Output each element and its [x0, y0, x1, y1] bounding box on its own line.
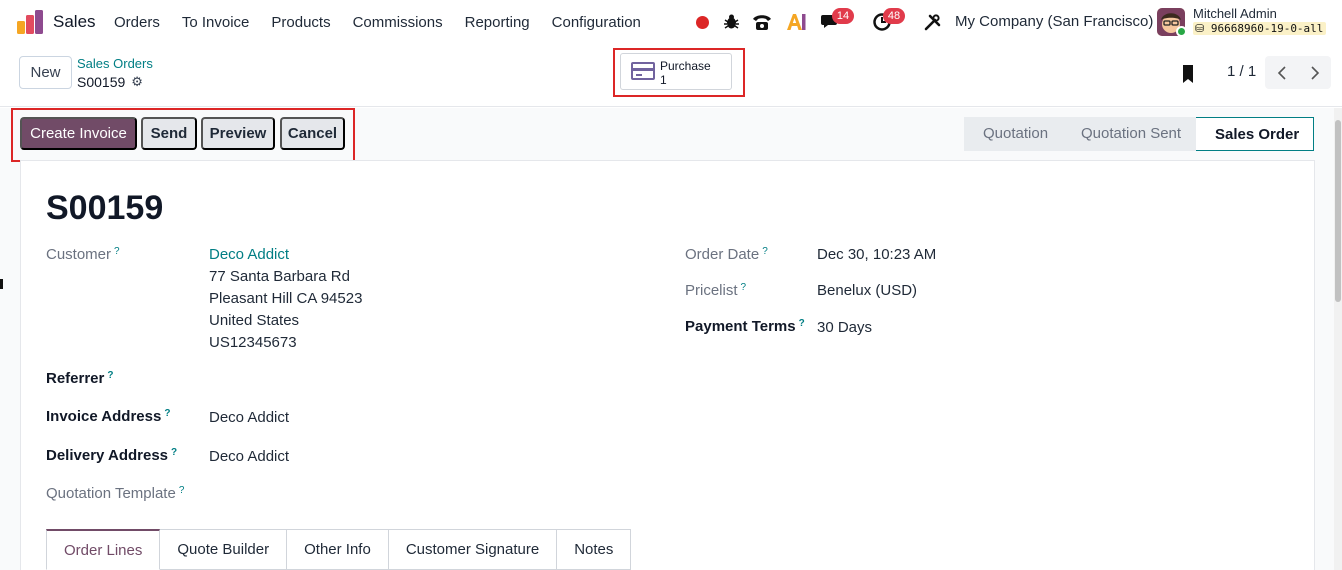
new-button[interactable]: New [19, 56, 72, 89]
phone-icon[interactable] [751, 11, 773, 33]
preview-button[interactable]: Preview [201, 117, 275, 150]
database-name-text: 96668960-19-0-all [1210, 22, 1324, 35]
address-line: US12345673 [209, 334, 297, 351]
sales-app-logo-icon[interactable] [17, 10, 43, 34]
breadcrumb[interactable]: Sales Orders [77, 56, 153, 71]
delivery-address-field[interactable]: Deco Addict [209, 448, 289, 465]
app-name[interactable]: Sales [53, 12, 96, 32]
invoice-address-field[interactable]: Deco Addict [209, 409, 289, 426]
main-menu: Orders To Invoice Products Commissions R… [103, 0, 652, 45]
user-name[interactable]: Mitchell Admin [1193, 6, 1277, 21]
stage-pipeline: Quotation Quotation Sent Sales Order [964, 117, 1314, 151]
send-button[interactable]: Send [141, 117, 197, 150]
stage-sales-order[interactable]: Sales Order [1196, 117, 1314, 151]
notebook-tabs: Order Lines Quote Builder Other Info Cus… [46, 529, 632, 570]
activity-badge: 48 [883, 8, 905, 24]
chat-badge: 14 [832, 8, 854, 24]
online-status-dot [1176, 26, 1187, 37]
stage-label: Sales Order [1215, 126, 1300, 143]
delivery-address-label: Delivery Address? [46, 447, 178, 464]
chat-icon[interactable]: 14 [820, 8, 854, 33]
order-date-label: Order Date? [685, 246, 768, 263]
tools-icon[interactable] [921, 11, 943, 33]
menu-to-invoice[interactable]: To Invoice [171, 0, 261, 45]
top-navbar: Sales Orders To Invoice Products Commiss… [0, 0, 1342, 45]
tab-other-info[interactable]: Other Info [287, 529, 389, 570]
chevron-left-icon [1277, 65, 1286, 80]
stage-label: Quotation Sent [1081, 125, 1182, 142]
chevron-right-icon [1310, 65, 1319, 80]
referrer-label: Referrer? [46, 370, 114, 387]
purchase-smart-button[interactable]: Purchase 1 [620, 53, 732, 90]
pricelist-label: Pricelist? [685, 282, 747, 299]
address-line: 77 Santa Barbara Rd [209, 268, 350, 285]
tab-order-lines[interactable]: Order Lines [46, 529, 161, 570]
menu-products[interactable]: Products [260, 0, 341, 45]
smart-button-label: Purchase [660, 59, 711, 73]
pager-next-button[interactable] [1298, 56, 1331, 89]
stage-label: Quotation [983, 125, 1049, 142]
menu-commissions[interactable]: Commissions [342, 0, 454, 45]
form-sheet: S00159 Customer? Deco Addict 77 Santa Ba… [20, 160, 1315, 570]
smart-button-value: 1 [660, 73, 667, 87]
customer-label: Customer? [46, 246, 120, 263]
bookmark-icon[interactable] [1181, 65, 1195, 83]
status-bar: Create Invoice Send Preview Cancel Quota… [0, 108, 1334, 162]
database-name: ⛁ 96668960-19-0-all [1193, 22, 1327, 35]
address-line: United States [209, 312, 300, 329]
payment-terms-field[interactable]: 30 Days [817, 319, 872, 336]
invoice-address-label: Invoice Address? [46, 408, 171, 425]
record-name: S00159 [77, 74, 126, 90]
tab-customer-signature[interactable]: Customer Signature [388, 529, 558, 570]
edge-marker [0, 279, 3, 289]
menu-orders[interactable]: Orders [103, 0, 171, 45]
payment-terms-label: Payment Terms? [685, 318, 805, 335]
page-title: S00159 [46, 189, 164, 227]
credit-card-icon [631, 62, 655, 80]
pricelist-field[interactable]: Benelux (USD) [817, 282, 917, 299]
record-dot-icon[interactable] [691, 11, 713, 33]
bug-icon[interactable] [720, 11, 742, 33]
pager-value[interactable]: 1 / 1 [1227, 63, 1256, 80]
menu-reporting[interactable]: Reporting [454, 0, 541, 45]
address-line: Pleasant Hill CA 94523 [209, 290, 363, 307]
customer-link[interactable]: Deco Addict [209, 246, 289, 263]
tab-notes[interactable]: Notes [557, 529, 632, 570]
stage-quotation-sent[interactable]: Quotation Sent [1062, 117, 1196, 151]
order-date-field[interactable]: Dec 30, 10:23 AM [817, 246, 936, 263]
stage-quotation[interactable]: Quotation [964, 117, 1062, 151]
pager-previous-button[interactable] [1265, 56, 1298, 89]
menu-configuration[interactable]: Configuration [541, 0, 652, 45]
record-name-row: S00159 ⚙ [77, 74, 143, 90]
gear-icon[interactable]: ⚙ [131, 74, 143, 90]
quotation-template-label: Quotation Template? [46, 485, 185, 502]
scrollbar-thumb[interactable] [1335, 120, 1341, 302]
company-switcher[interactable]: My Company (San Francisco) [955, 13, 1153, 30]
clock-icon[interactable]: 48 [871, 8, 905, 33]
tab-quote-builder[interactable]: Quote Builder [160, 529, 288, 570]
ai-icon[interactable] [785, 11, 807, 33]
control-panel: New Sales Orders S00159 ⚙ Purchase 1 1 /… [0, 45, 1342, 107]
create-invoice-button[interactable]: Create Invoice [20, 117, 137, 150]
cancel-button[interactable]: Cancel [280, 117, 345, 150]
